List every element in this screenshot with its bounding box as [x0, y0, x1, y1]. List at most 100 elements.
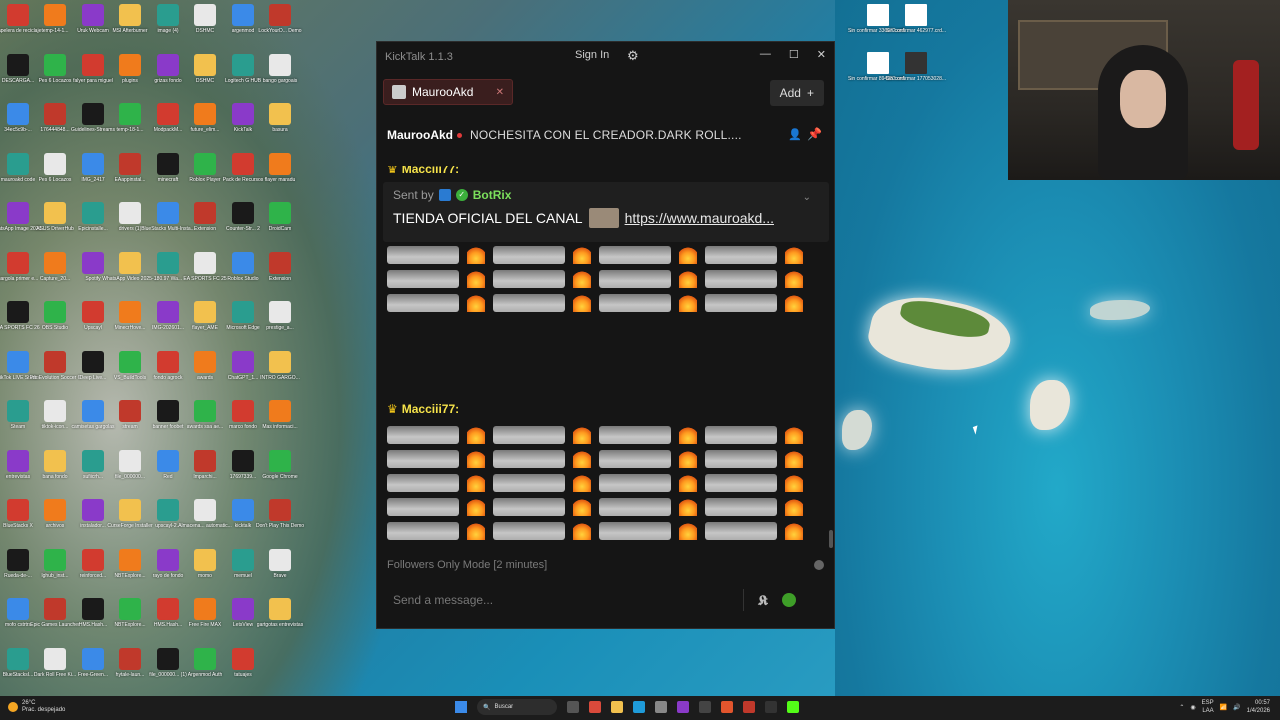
taskbar-search[interactable]: 🔍 Buscar — [477, 699, 557, 715]
desktop-icon[interactable]: Epic Games Launcher — [30, 598, 80, 628]
desktop-icon[interactable]: temp-18-1... — [112, 103, 148, 133]
app-icon[interactable] — [699, 701, 711, 713]
desktop-icon[interactable]: CurseForge Installer — [107, 499, 153, 529]
desktop-icon[interactable]: ASUS DriverHub — [36, 202, 74, 232]
chat-messages[interactable]: ♛ Macciii77: Sent by ✓ BotRix ⌄ TIENDA O… — [377, 166, 829, 548]
windows-start-icon[interactable] — [455, 701, 467, 713]
desktop-icon[interactable]: awards ssa ae... — [187, 400, 223, 430]
file-explorer-icon[interactable] — [611, 701, 623, 713]
message-username[interactable]: ♛ Macciii77: — [387, 402, 459, 416]
desktop-icon[interactable]: archivos — [37, 499, 73, 529]
desktop-icon[interactable]: INTRO GARGO... — [260, 350, 300, 381]
language-indicator[interactable]: ESP LAA — [1202, 699, 1214, 715]
desktop-icon[interactable]: VS_BuildTools — [112, 350, 148, 381]
desktop-icon[interactable]: NBTExplore... — [112, 548, 148, 579]
desktop-icon[interactable]: bango gargoais — [262, 53, 298, 84]
desktop-icon[interactable]: memuel — [225, 548, 261, 579]
desktop-icon[interactable]: temp-14-1... — [37, 4, 73, 34]
desktop-icon[interactable]: Rueda-de-... — [0, 548, 36, 579]
desktop-icon[interactable]: rayo de fondo — [150, 548, 186, 579]
task-view-icon[interactable] — [567, 701, 579, 713]
desktop-icon[interactable]: Roblox Studio — [225, 251, 261, 282]
desktop-icon[interactable]: sufiicrh... — [75, 449, 111, 480]
obs-icon[interactable] — [765, 701, 777, 713]
desktop-icon[interactable]: Dark Roll Free Ki... — [34, 647, 76, 678]
desktop-icon[interactable]: OBS Studio — [37, 301, 73, 331]
desktop-icon[interactable]: BlueStacks X — [0, 499, 36, 529]
desktop-icon[interactable]: falyer para miguel — [73, 53, 113, 84]
desktop-icon[interactable]: IMG_2417 — [75, 152, 111, 183]
chrome-icon[interactable] — [589, 701, 601, 713]
weather-widget[interactable]: 26°C Prac. despejado — [8, 700, 65, 714]
desktop-icon[interactable]: entrevistas — [0, 449, 36, 480]
desktop-icon[interactable]: grizas fondo — [150, 53, 186, 84]
close-icon[interactable]: ✕ — [817, 48, 826, 61]
desktop-icon[interactable]: EA SPORTS FC 26 — [0, 301, 40, 331]
desktop-icon[interactable]: Microsoft Edge — [225, 301, 261, 331]
desktop-icon[interactable]: camisetas gargolas — [71, 400, 115, 430]
desktop-icon[interactable]: HMS.Hash... — [75, 598, 111, 628]
message-input[interactable] — [393, 593, 733, 607]
desktop-icon[interactable]: 17697339... — [225, 449, 261, 480]
user-icon[interactable]: 👤 — [788, 128, 802, 141]
desktop-icon[interactable]: Extension — [187, 202, 223, 232]
desktop-icon[interactable]: fondo agrock — [150, 350, 186, 381]
desktop-icon[interactable]: stream — [112, 400, 148, 430]
desktop-icon[interactable]: WhatsApp Image 2026... — [0, 202, 46, 232]
desktop-icon[interactable]: Deep Live... — [75, 350, 111, 381]
desktop-icon[interactable]: argenmod — [225, 4, 261, 34]
tab-close-icon[interactable]: ✕ — [496, 87, 504, 98]
app-icon[interactable] — [677, 701, 689, 713]
edge-icon[interactable] — [633, 701, 645, 713]
desktop-icon[interactable]: Argenmod Auth — [187, 647, 223, 678]
desktop-icon[interactable]: Logitech G HUB — [225, 53, 261, 84]
desktop-icon[interactable]: flayer_AME — [187, 301, 223, 331]
desktop-icon[interactable]: EAappinstal... — [112, 152, 148, 183]
desktop-icon[interactable]: hytale-laun... — [112, 647, 148, 678]
desktop-icon[interactable]: Upscayl — [75, 301, 111, 331]
desktop-icon[interactable]: minecraft — [150, 152, 186, 183]
desktop-icon[interactable]: LetsView — [225, 598, 261, 628]
desktop-icon[interactable]: instalador... — [75, 499, 111, 529]
desktop-icon[interactable]: tiktok-icon... — [37, 400, 73, 430]
maximize-icon[interactable]: ☐ — [789, 48, 799, 61]
desktop-icon[interactable]: DESCARGA... — [0, 53, 36, 84]
desktop-icon[interactable]: Imparchi... — [187, 449, 223, 480]
chevron-up-icon[interactable]: ⌃ — [1179, 704, 1184, 711]
desktop-icon[interactable]: ModpackM... — [150, 103, 186, 133]
desktop-icon[interactable]: Uruk Webcam — [75, 4, 111, 34]
desktop-icon[interactable]: Guidelines-Streams — [71, 103, 115, 133]
desktop-icon[interactable]: plugins — [112, 53, 148, 84]
desktop-icon[interactable]: Epicinstalle... — [75, 202, 111, 232]
desktop-icon[interactable]: reinforced... — [75, 548, 111, 579]
emoji-icon[interactable] — [781, 593, 796, 607]
desktop-icon[interactable]: marco fondo — [225, 400, 261, 430]
desktop-icon[interactable]: 176444848... — [37, 103, 73, 133]
desktop-icon[interactable]: Sin confirmar 177053028... — [886, 52, 946, 82]
brave-icon[interactable] — [721, 701, 733, 713]
desktop-icon[interactable]: DSHMC — [187, 53, 223, 84]
app-icon[interactable] — [743, 701, 755, 713]
desktop-icon[interactable]: MSI Afterburner — [112, 4, 148, 34]
tab-maurooakd[interactable]: MaurooAkd ✕ — [383, 79, 513, 105]
desktop-icon[interactable]: HMS.Hash... — [150, 598, 186, 628]
desktop-icon[interactable]: WhatsApp Video 2025-... — [102, 251, 158, 282]
kick-emote-icon[interactable]: 𝕶 — [758, 592, 768, 609]
desktop-icon[interactable]: BlueStacksI... — [0, 647, 36, 678]
desktop-icon[interactable]: gargola primer e... — [0, 251, 38, 282]
desktop-icon[interactable]: 34ec5c9b-... — [0, 103, 36, 133]
desktop-icon[interactable]: EA SPORTS FC 25 — [183, 251, 227, 282]
desktop-icon[interactable]: mauroakd code — [0, 152, 36, 183]
desktop-icon[interactable]: 180.97 Wa... — [150, 251, 186, 282]
tray-app-icon[interactable]: ◉ — [1190, 704, 1195, 711]
desktop-icon[interactable]: IMG-202601... — [150, 301, 186, 331]
calculator-icon[interactable] — [655, 701, 667, 713]
scrollbar-thumb[interactable] — [829, 530, 833, 548]
desktop-icon[interactable]: momo — [187, 548, 223, 579]
kicktalk-icon[interactable] — [787, 701, 799, 713]
desktop-icon[interactable]: NBTExplore... — [112, 598, 148, 628]
desktop-icon[interactable]: Don't Play This Demo — [256, 499, 304, 529]
volume-icon[interactable]: 🔊 — [1233, 704, 1240, 711]
desktop-icon[interactable]: Pack de Recursos — [223, 152, 263, 183]
desktop-icon[interactable]: flayer maradu — [262, 152, 298, 183]
